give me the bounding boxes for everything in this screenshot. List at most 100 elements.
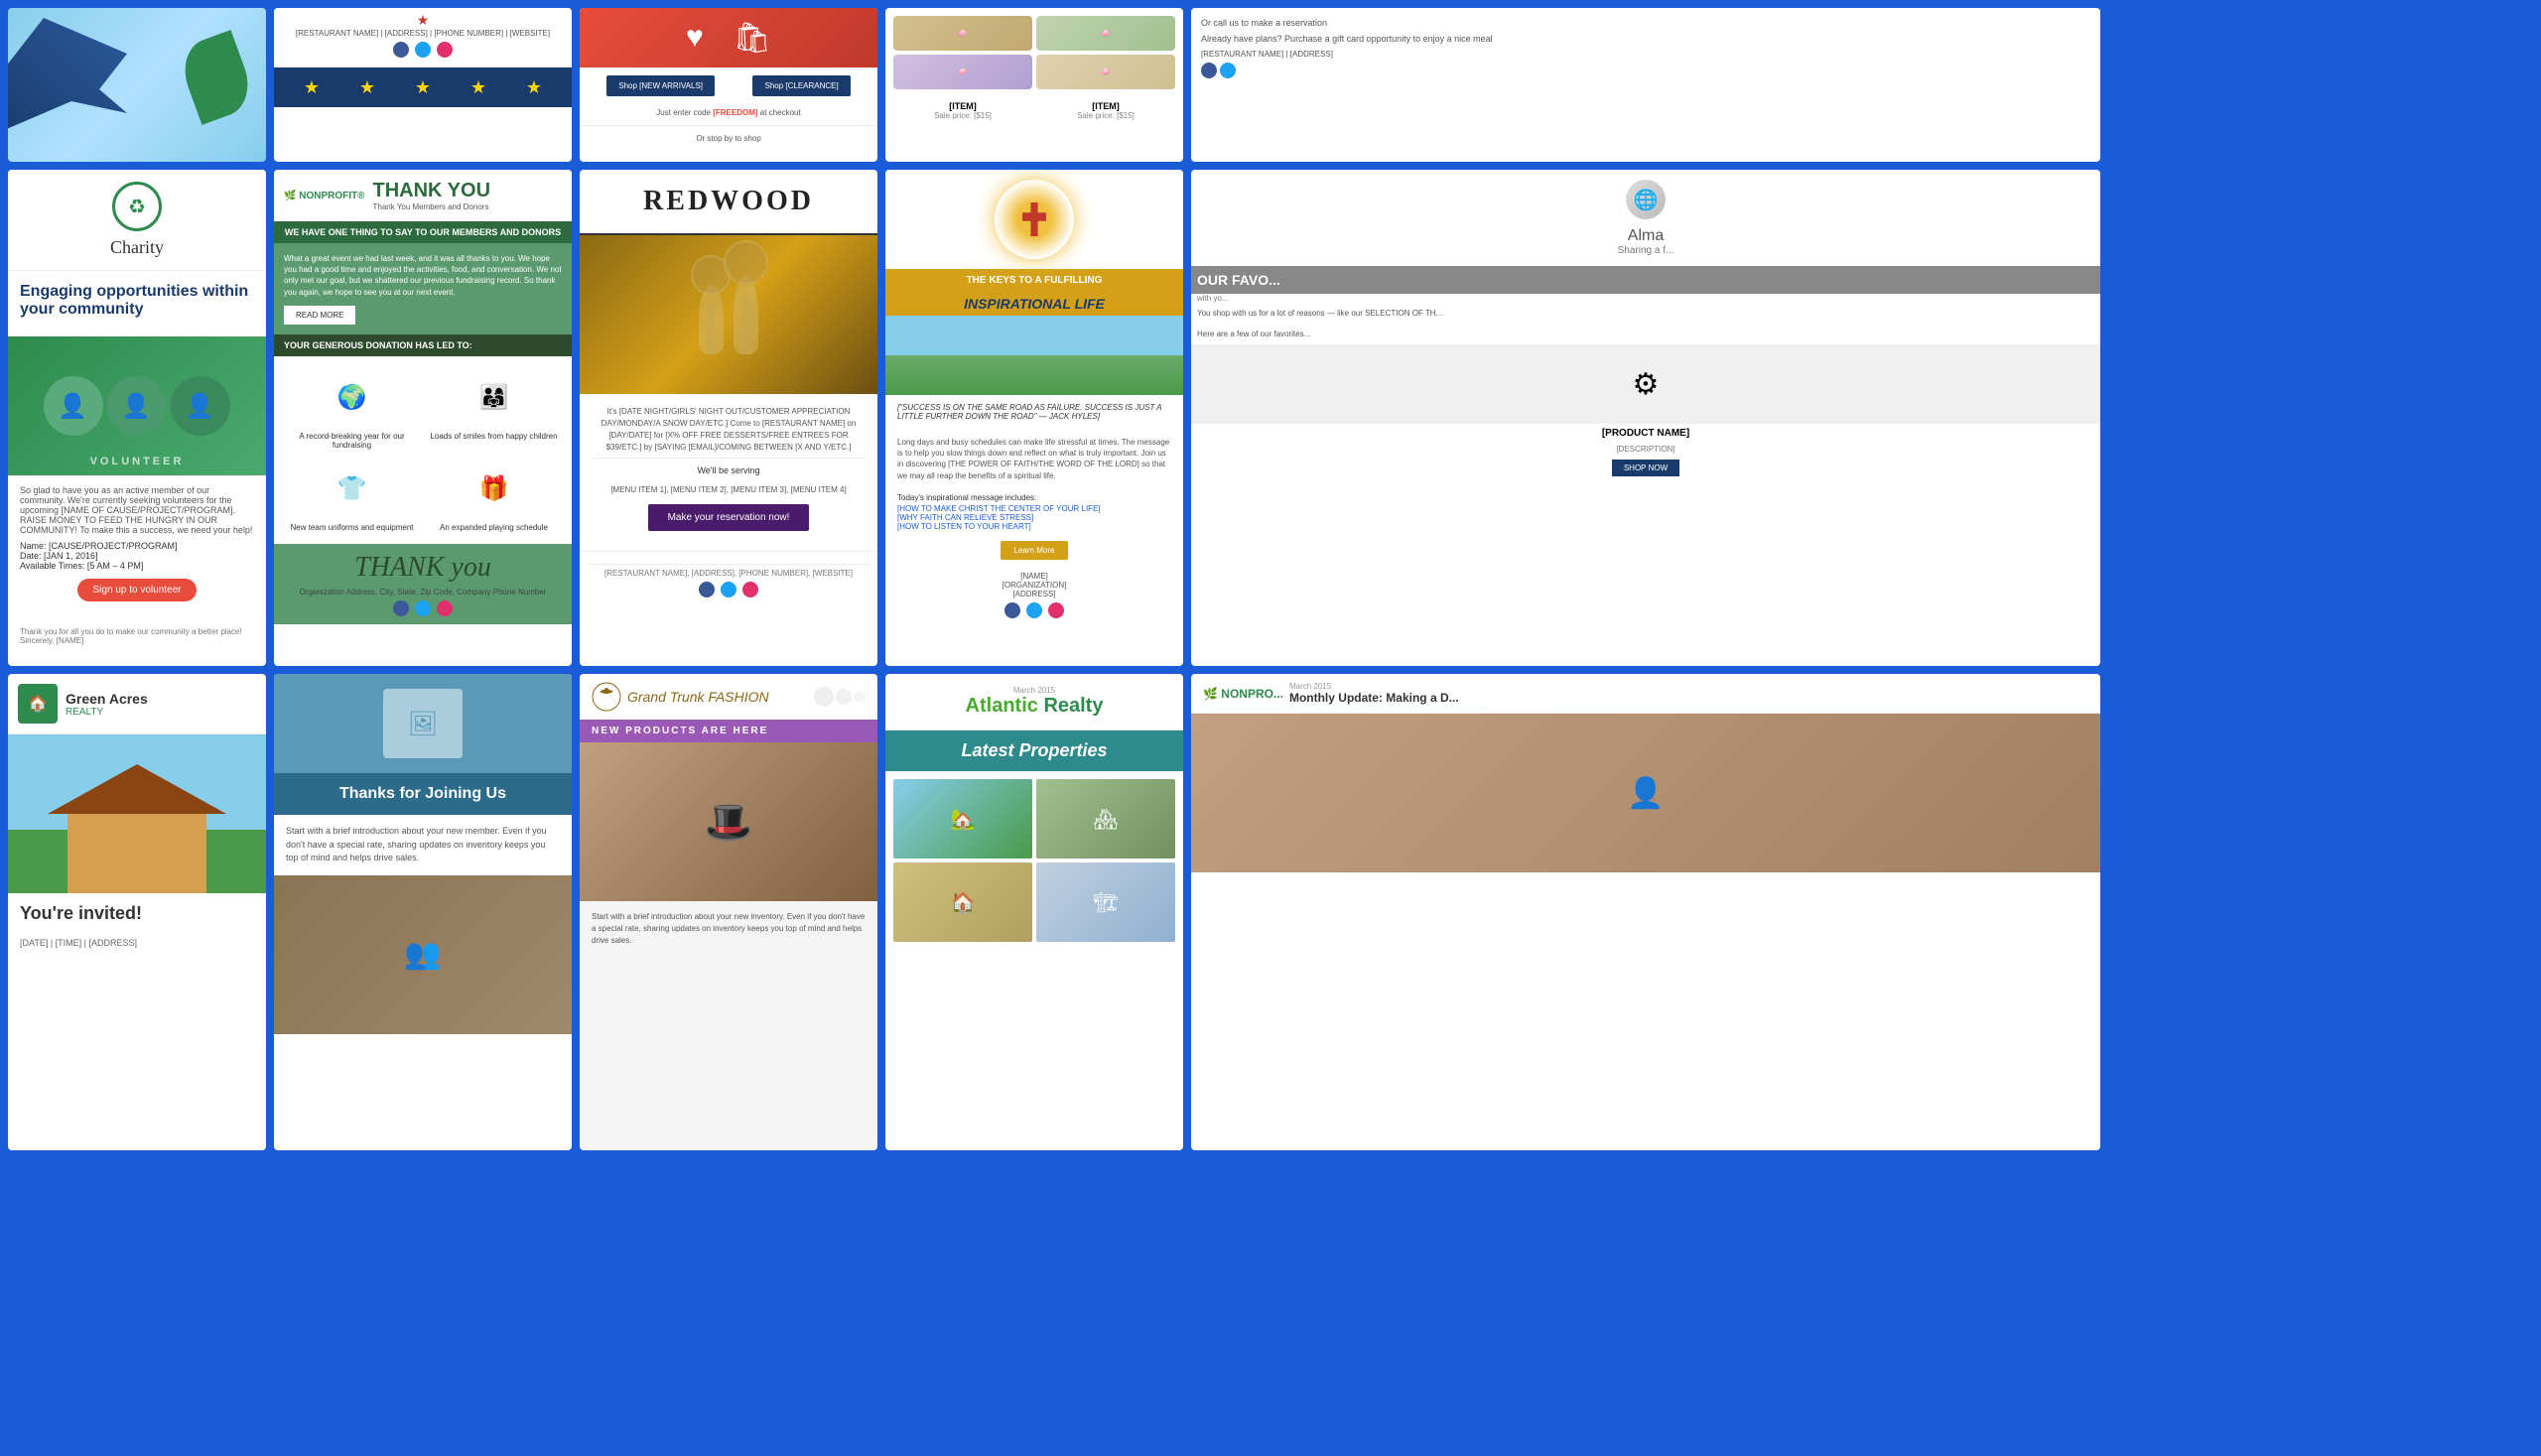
menu-items: [MENU ITEM 1], [MENU ITEM 2], [MENU ITEM… — [592, 484, 866, 496]
reservation-btn[interactable]: Make your reservation now! — [648, 504, 810, 531]
already-have-plans: Already have plans? Purchase a gift card… — [1201, 34, 2090, 44]
facebook-icon[interactable] — [1201, 63, 1217, 78]
nonprofit2-logo: 🌿 NONPRO... — [1203, 687, 1283, 701]
learn-more-btn[interactable]: Learn More — [1001, 541, 1069, 560]
charity-footer: Thank you for all you do to make our com… — [8, 619, 266, 653]
shop-clearance-btn[interactable]: Shop [CLEARANCE] — [752, 75, 850, 96]
instagram-icon[interactable] — [742, 582, 758, 597]
nonprofit2-header: 🌿 NONPRO... March 2015 Monthly Update: M… — [1191, 674, 2100, 714]
product-name: [PRODUCT NAME] — [1191, 424, 2100, 443]
plane-decoration — [8, 18, 127, 137]
shop-new-arrivals-btn[interactable]: Shop [NEW ARRIVALS] — [606, 75, 715, 96]
redwood-restaurant-card[interactable]: REDWOOD It's [DATE NIGHT/GIRLS' NIGHT OU… — [580, 170, 877, 666]
shop-buttons: Shop [NEW ARRIVALS] Shop [CLEARANCE] — [580, 67, 877, 104]
fashion-template-card[interactable]: Grand Trunk FASHION NEW PRODUCTS ARE HER… — [580, 674, 877, 1150]
atlantic-part1: Atlantic — [966, 695, 1038, 717]
fashion-logo-icon — [592, 682, 621, 712]
image-placeholder: 🖼 — [383, 689, 463, 758]
green-acres-header: 🏠 Green Acres REALTY — [8, 674, 266, 734]
joining-header-img: 🖼 — [274, 674, 572, 773]
charity-template-card[interactable]: ♻ Charity Engaging opportunities within … — [8, 170, 266, 666]
quote-box: ["SUCCESS IS ON THE SAME ROAD AS FAILURE… — [885, 395, 1183, 429]
signup-volunteer-btn[interactable]: Sign up to volunteer — [77, 579, 198, 601]
message-item-2: [WHY FAITH CAN RELIEVE STRESS] — [897, 513, 1171, 522]
redwood-body: It's [DATE NIGHT/GIRLS' NIGHT OUT/CUSTOM… — [580, 394, 877, 551]
house-roof — [48, 764, 226, 814]
restaurant-contact: [RESTAURANT NAME], [ADDRESS], [PHONE NUM… — [588, 569, 869, 578]
item-1-label: [ITEM] Sale price: [$15] — [893, 101, 1032, 120]
globe-icon: 🌍 — [323, 368, 382, 428]
instagram-icon[interactable] — [1048, 602, 1064, 618]
nonprofit2-people-image: 👤 — [1191, 714, 2100, 872]
message-intro: Today's inspirational message includes: — [897, 493, 1171, 502]
our-favo-banner: OUR FAVO... — [1191, 266, 2100, 294]
fashion-product-image: 🎩 — [580, 742, 877, 901]
charity-body-text: So glad to have you as an active member … — [20, 485, 254, 535]
leaf-decoration — [175, 30, 258, 125]
product-3: 🧼 — [893, 55, 1032, 89]
star-4: ★ — [470, 77, 486, 98]
nonprofit-subtitle: Thank You Members and Donors — [372, 202, 490, 211]
thanks-joining-card[interactable]: 🖼 Thanks for Joining Us Start with a bri… — [274, 674, 572, 1150]
charity-heading: Engaging opportunities within your commu… — [20, 283, 254, 319]
fashion-logo-area: Grand Trunk FASHION — [592, 682, 769, 712]
facebook-icon[interactable] — [393, 42, 409, 58]
nonprofit-thankyou-card[interactable]: 🌿 NONPROFIT® THANK YOU Thank You Members… — [274, 170, 572, 666]
twitter-icon[interactable] — [415, 600, 431, 616]
gears-icon: ⚙ — [1633, 367, 1660, 402]
invite-details: [DATE] | [TIME] | [ADDRESS] — [8, 934, 266, 952]
facebook-icon[interactable] — [699, 582, 715, 597]
joining-body-text: Start with a brief introduction about yo… — [286, 825, 560, 865]
inspirational-banner: INSPIRATIONAL LIFE — [885, 292, 1183, 316]
twitter-icon[interactable] — [1220, 63, 1236, 78]
sun-cross — [995, 180, 1074, 259]
donation-item-4: 🎁 An expanded playing schedule — [428, 460, 560, 532]
hat-icon: 🎩 — [704, 799, 753, 846]
shop-template-card[interactable]: ♥ 🛍 Shop [NEW ARRIVALS] Shop [CLEARANCE]… — [580, 8, 877, 162]
facebook-icon[interactable] — [1004, 602, 1020, 618]
charity-logo: ♻ — [112, 182, 162, 231]
or-call-text: Or call us to make a reservation — [1201, 18, 2090, 28]
shirt-icon: 👕 — [323, 460, 382, 519]
product-grid: 🧼 🧼 🧼 🧼 — [885, 8, 1183, 97]
charity-form-section: So glad to have you as an active member … — [8, 475, 266, 619]
partial-card-content: 🌐 Alma Sharing a f... — [1191, 170, 2100, 266]
travel-template-card[interactable] — [8, 8, 266, 162]
globe-icon: 🌐 — [1626, 180, 1666, 219]
redwood-food-image — [580, 235, 877, 394]
shop-now-btn[interactable]: SHOP NOW — [1612, 460, 1679, 476]
instagram-icon[interactable] — [437, 600, 453, 616]
facebook-icon[interactable] — [393, 600, 409, 616]
product-sale-card[interactable]: 🧼 🧼 🧼 🧼 [ITEM] Sale price: [$15] [ITEM] … — [885, 8, 1183, 162]
atlantic-realty-card[interactable]: March 2015 Atlantic Realty Latest Proper… — [885, 674, 1183, 1150]
donation-label-2: Loads of smiles from happy children — [428, 432, 560, 441]
instagram-icon[interactable] — [437, 42, 453, 58]
partial-right-card-1: Or call us to make a reservation Already… — [1191, 8, 2100, 162]
twitter-icon[interactable] — [1026, 602, 1042, 618]
redwood-footer: [RESTAURANT NAME], [ADDRESS], [PHONE NUM… — [580, 551, 877, 605]
favorites-text: Here are a few of our favorites... — [1191, 324, 2100, 344]
house-image — [8, 734, 266, 893]
green-acres-card[interactable]: 🏠 Green Acres REALTY You're invited! [DA… — [8, 674, 266, 1150]
making-difference-text: Monthly Update: Making a D... — [1289, 691, 1459, 705]
divider — [580, 125, 877, 126]
donation-label-4: An expanded playing schedule — [428, 523, 560, 532]
patriotic-restaurant-card[interactable]: ★ [RESTAURANT NAME] | [ADDRESS] | [PHONE… — [274, 8, 572, 162]
house-body — [67, 814, 206, 893]
read-more-btn[interactable]: READ MORE — [284, 306, 355, 325]
partial-name: Alma — [1201, 227, 2090, 245]
property-image-3: 🏠 — [893, 862, 1032, 942]
star-3: ★ — [415, 77, 431, 98]
serving-text: We'll be serving — [592, 464, 866, 478]
realty-part2: Realty — [1043, 695, 1103, 717]
church-inspirational-card[interactable]: THE KEYS TO A FULFILLING INSPIRATIONAL L… — [885, 170, 1183, 666]
donation-label-1: A record-breaking year for our fundraisi… — [286, 432, 418, 450]
charity-volunteer-text: Engaging opportunities within your commu… — [8, 271, 266, 336]
twitter-icon[interactable] — [415, 42, 431, 58]
keys-banner: THE KEYS TO A FULFILLING — [885, 269, 1183, 292]
twitter-icon[interactable] — [721, 582, 736, 597]
item-2-label: [ITEM] Sale price: [$15] — [1036, 101, 1175, 120]
green-acres-logo: 🏠 — [18, 684, 58, 724]
shop-header: ♥ 🛍 — [580, 8, 877, 67]
nonprofit-social — [284, 600, 562, 616]
